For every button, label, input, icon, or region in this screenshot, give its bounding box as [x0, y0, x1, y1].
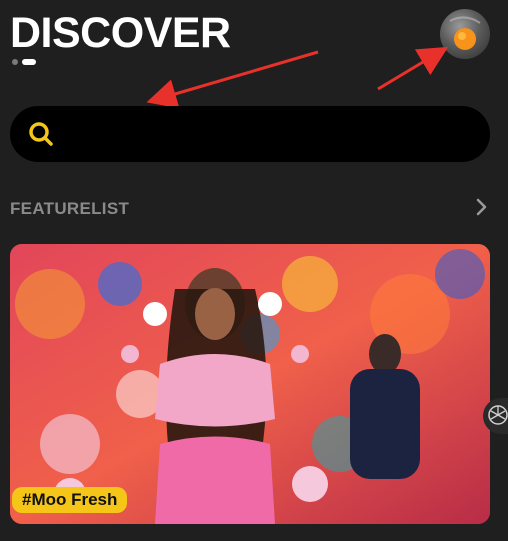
search-icon — [29, 122, 53, 146]
feature-image — [10, 244, 490, 524]
page-dot — [12, 59, 18, 65]
chevron-right-icon[interactable] — [470, 196, 492, 218]
tag-badge[interactable]: #Moo Fresh — [12, 487, 128, 513]
search-bar[interactable] — [10, 106, 490, 162]
page-title: DISCOVER — [10, 9, 231, 57]
side-handle-icon — [488, 405, 508, 425]
feature-card[interactable] — [10, 244, 490, 524]
page-dot-active — [22, 59, 36, 65]
avatar[interactable] — [440, 9, 490, 59]
page-indicator — [12, 59, 36, 65]
section-title: FEATURELIST — [10, 199, 130, 218]
